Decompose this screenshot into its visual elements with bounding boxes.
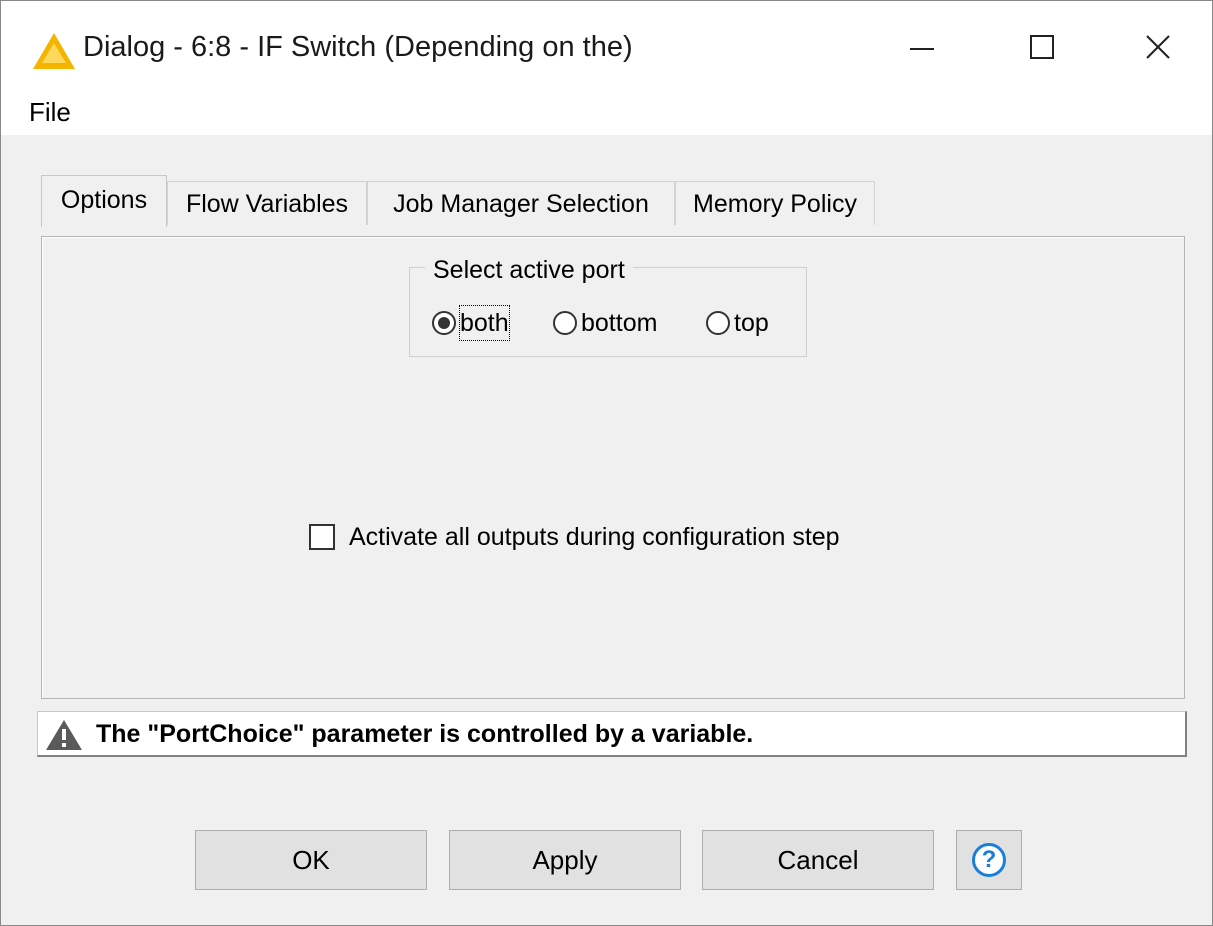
maximize-button[interactable] <box>1007 19 1077 75</box>
tab-memory-policy[interactable]: Memory Policy <box>675 181 875 225</box>
radio-label: bottom <box>581 309 658 337</box>
radio-button-icon <box>706 311 730 335</box>
warning-icon <box>46 720 82 750</box>
checkbox-icon <box>309 524 335 550</box>
help-button[interactable]: ? <box>956 830 1022 890</box>
checkbox-label: Activate all outputs during configuratio… <box>349 523 840 551</box>
close-button[interactable] <box>1123 19 1193 75</box>
ok-button[interactable]: OK <box>195 830 427 890</box>
radio-selected-dot <box>438 317 450 329</box>
tab-job-manager-selection[interactable]: Job Manager Selection <box>367 181 675 225</box>
menu-file[interactable]: File <box>27 93 73 131</box>
minimize-button[interactable] <box>887 19 957 75</box>
title-bar[interactable]: Dialog - 6:8 - IF Switch (Depending on t… <box>1 1 1212 89</box>
variable-warning-bar: The "PortChoice" parameter is controlled… <box>37 711 1187 757</box>
close-icon <box>1146 35 1170 59</box>
activate-all-outputs-checkbox[interactable]: Activate all outputs during configuratio… <box>309 519 840 555</box>
tab-options[interactable]: Options <box>41 175 167 227</box>
radio-bottom[interactable]: bottom <box>553 305 657 341</box>
help-icon: ? <box>972 843 1006 877</box>
warning-text: The "PortChoice" parameter is controlled… <box>96 720 754 748</box>
tab-flow-variables[interactable]: Flow Variables <box>167 181 367 225</box>
radio-button-icon <box>553 311 577 335</box>
dialog-window: Dialog - 6:8 - IF Switch (Depending on t… <box>0 0 1213 926</box>
minimize-icon <box>910 48 934 50</box>
menu-bar: File <box>1 89 1212 135</box>
radio-label: top <box>734 309 769 337</box>
radio-both[interactable]: both <box>432 305 510 341</box>
cancel-button[interactable]: Cancel <box>702 830 934 890</box>
group-label: Select active port <box>425 253 633 287</box>
maximize-icon <box>1030 35 1054 59</box>
radio-label: both <box>459 305 510 341</box>
window-title: Dialog - 6:8 - IF Switch (Depending on t… <box>83 31 633 63</box>
radio-button-icon <box>432 311 456 335</box>
apply-button[interactable]: Apply <box>449 830 681 890</box>
knime-warning-triangle-icon <box>33 33 75 69</box>
radio-top[interactable]: top <box>706 305 769 341</box>
